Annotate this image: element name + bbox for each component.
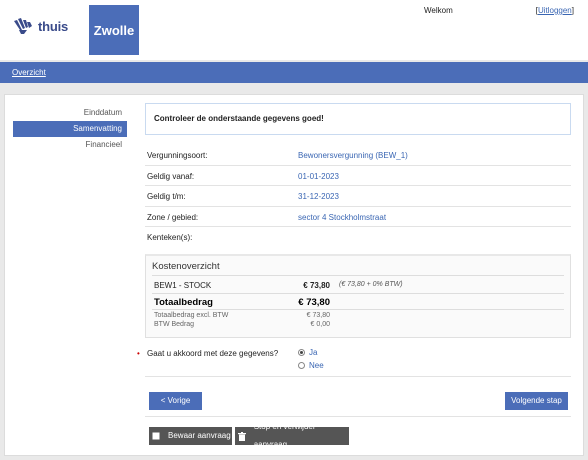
radio-no[interactable]: Nee [298, 361, 324, 370]
summary-main: Controleer de onderstaande gegevens goed… [137, 103, 571, 377]
row-label: Geldig t/m: [147, 192, 186, 201]
agreement-question: • Gaat u akkoord met deze gegevens? Ja N… [137, 347, 571, 377]
summary-row: Vergunningsoort: Bewonersvergunning (BEW… [145, 145, 571, 166]
btw-label: BTW Bedrag [154, 320, 195, 328]
cost-overview: Kostenoverzicht BEW1 - STOCK € 73,80 (€ … [145, 253, 571, 338]
radio-yes[interactable]: Ja [298, 348, 317, 357]
total-label: Totaalbedrag [154, 296, 213, 308]
nav-overview-link[interactable]: Overzicht [12, 68, 46, 77]
row-value: sector 4 Stockholmstraat [298, 212, 387, 222]
logout: [Uitloggen] [536, 6, 574, 15]
square-icon [149, 427, 163, 445]
logo-text: thuis [38, 18, 69, 34]
city-logo: Zwolle [89, 5, 139, 55]
cost-overview-title: Kostenoverzicht [152, 261, 564, 276]
total-amount: € 73,80 [298, 296, 330, 308]
cost-item-name: BEW1 - STOCK [154, 280, 212, 290]
trash-icon [235, 427, 249, 445]
radio-yes-label[interactable]: Ja [309, 348, 317, 357]
radio-no-button[interactable] [298, 361, 305, 369]
excl-btw-amount: € 73,80 [306, 311, 330, 319]
previous-step-button[interactable]: < Vorige stap [149, 392, 202, 423]
agreement-label: Gaat u akkoord met deze gegevens? [147, 348, 279, 358]
welcome-text: Welkom [424, 6, 453, 15]
summary-row: Zone / gebied: sector 4 Stockholmstraat [145, 207, 571, 227]
row-value: Bewonersvergunning (BEW_1) [298, 151, 408, 160]
logo-thuis[interactable]: thuis [12, 18, 68, 34]
total-row: Totaalbedrag € 73,80 [152, 294, 564, 310]
radio-yes-button[interactable] [298, 348, 305, 356]
stop-delete-request-button[interactable]: Stop en verwijder aanvraag [235, 422, 349, 449]
cost-item-row: BEW1 - STOCK € 73,80 (€ 73,80 + 0% BTW) [152, 276, 564, 294]
sidebar-item-financieel[interactable]: Financieel [13, 137, 127, 153]
row-label: Zone / gebied: [147, 212, 199, 222]
excl-btw-row: Totaalbedrag excl. BTW € 73,80 [152, 310, 564, 319]
row-label: Geldig vanaf: [147, 171, 195, 181]
summary-row: Geldig t/m: 31-12-2023 [145, 186, 571, 207]
content-card: Einddatum Samenvatting Financieel Contro… [4, 94, 584, 456]
radio-no-label[interactable]: Nee [309, 361, 324, 370]
summary-row: Kenteken(s): [145, 227, 571, 248]
btw-amount: € 0,00 [310, 320, 330, 328]
next-step-button[interactable]: Volgende stap > [505, 392, 568, 423]
excl-btw-label: Totaalbedrag excl. BTW [154, 311, 229, 319]
nav-bar: Overzicht [0, 62, 588, 83]
save-request-button[interactable]: Bewaar aanvraag [149, 427, 232, 445]
sidebar-item-einddatum[interactable]: Einddatum [13, 105, 127, 121]
logout-link[interactable]: Uitloggen [538, 6, 572, 15]
logout-bracket-close: ] [571, 6, 574, 15]
summary-row: Geldig vanaf: 01-01-2023 [145, 166, 571, 186]
stop-delete-request-label: Stop en verwijder aanvraag [253, 422, 316, 449]
page: thuis Zwolle Welkom [Uitloggen] Overzich… [0, 0, 588, 460]
required-marker: • [137, 348, 140, 358]
hand-logo-icon [14, 18, 32, 34]
save-request-label: Bewaar aanvraag [168, 431, 231, 440]
notice-box: Controleer de onderstaande gegevens goed… [145, 103, 571, 135]
sidebar-item-samenvatting[interactable]: Samenvatting [13, 121, 127, 137]
city-name: Zwolle [93, 22, 135, 38]
row-value: 01-01-2023 [298, 171, 339, 181]
btw-row: BTW Bedrag € 0,00 [152, 319, 564, 328]
step-sidebar: Einddatum Samenvatting Financieel [13, 105, 127, 153]
row-label: Vergunningsoort: [147, 151, 208, 160]
divider [145, 416, 571, 417]
summary-rows: Vergunningsoort: Bewonersvergunning (BEW… [145, 145, 571, 248]
header: thuis Zwolle Welkom [Uitloggen] [0, 0, 588, 60]
cost-item-note: (€ 73,80 + 0% BTW) [339, 280, 403, 288]
row-label: Kenteken(s): [147, 233, 193, 242]
row-value: 31-12-2023 [298, 192, 339, 201]
cost-item-amount: € 73,80 [303, 280, 330, 290]
